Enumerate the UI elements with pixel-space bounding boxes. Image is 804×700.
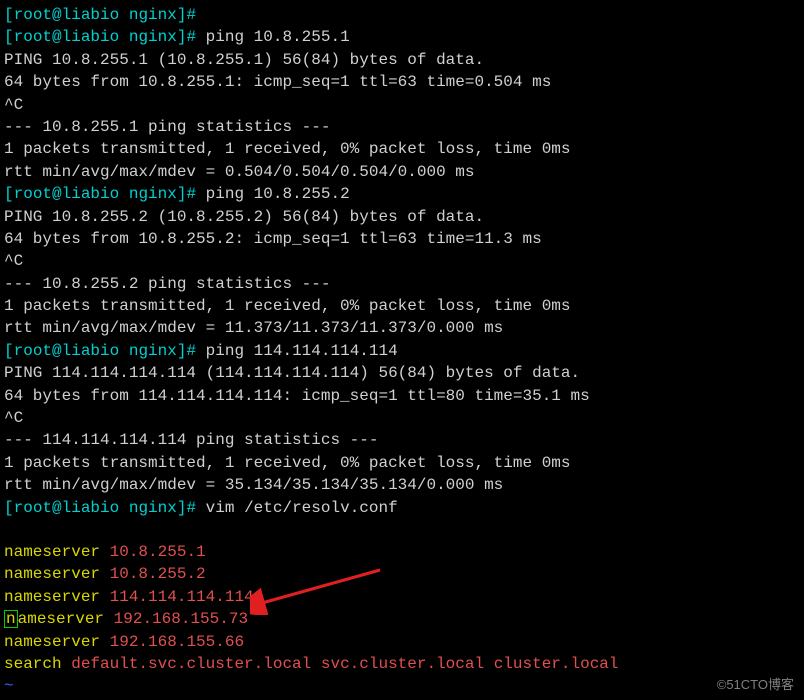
ping2-output-3: --- 10.8.255.2 ping statistics --- <box>4 273 800 295</box>
blank-line <box>4 519 800 541</box>
prompt-line-3[interactable]: [root@liabio nginx]# ping 114.114.114.11… <box>4 340 800 362</box>
resolv-line-1: nameserver 10.8.255.2 <box>4 563 800 585</box>
ping2-output-1: 64 bytes from 10.8.255.2: icmp_seq=1 ttl… <box>4 228 800 250</box>
resolv-line-0: nameserver 10.8.255.1 <box>4 541 800 563</box>
resolv-search-line: search default.svc.cluster.local svc.clu… <box>4 653 800 675</box>
vim-tilde-line: ~ <box>4 675 800 697</box>
ping1-output-1: 64 bytes from 10.8.255.1: icmp_seq=1 ttl… <box>4 71 800 93</box>
watermark-text: ©51CTO博客 <box>717 676 794 694</box>
resolv-line-2: nameserver 114.114.114.114 <box>4 586 800 608</box>
prompt-line-0: [root@liabio nginx]# <box>4 4 800 26</box>
ping3-output-1: 64 bytes from 114.114.114.114: icmp_seq=… <box>4 385 800 407</box>
ping2-output-4: 1 packets transmitted, 1 received, 0% pa… <box>4 295 800 317</box>
prompt-line-4[interactable]: [root@liabio nginx]# vim /etc/resolv.con… <box>4 497 800 519</box>
ping1-output-3: --- 10.8.255.1 ping statistics --- <box>4 116 800 138</box>
ping1-output-5: rtt min/avg/max/mdev = 0.504/0.504/0.504… <box>4 161 800 183</box>
prompt-line-2[interactable]: [root@liabio nginx]# ping 10.8.255.2 <box>4 183 800 205</box>
resolv-line-4: nameserver 192.168.155.66 <box>4 631 800 653</box>
ping2-output-2: ^C <box>4 250 800 272</box>
ping1-output-2: ^C <box>4 94 800 116</box>
ping1-output-4: 1 packets transmitted, 1 received, 0% pa… <box>4 138 800 160</box>
prompt-line-1[interactable]: [root@liabio nginx]# ping 10.8.255.1 <box>4 26 800 48</box>
ping3-output-0: PING 114.114.114.114 (114.114.114.114) 5… <box>4 362 800 384</box>
ping3-output-2: ^C <box>4 407 800 429</box>
ping2-output-5: rtt min/avg/max/mdev = 11.373/11.373/11.… <box>4 317 800 339</box>
vim-cursor: n <box>4 610 18 628</box>
ping2-output-0: PING 10.8.255.2 (10.8.255.2) 56(84) byte… <box>4 206 800 228</box>
resolv-line-3[interactable]: nameserver 192.168.155.73 <box>4 608 800 630</box>
ping3-output-4: 1 packets transmitted, 1 received, 0% pa… <box>4 452 800 474</box>
ping3-output-5: rtt min/avg/max/mdev = 35.134/35.134/35.… <box>4 474 800 496</box>
ping1-output-0: PING 10.8.255.1 (10.8.255.1) 56(84) byte… <box>4 49 800 71</box>
ping3-output-3: --- 114.114.114.114 ping statistics --- <box>4 429 800 451</box>
